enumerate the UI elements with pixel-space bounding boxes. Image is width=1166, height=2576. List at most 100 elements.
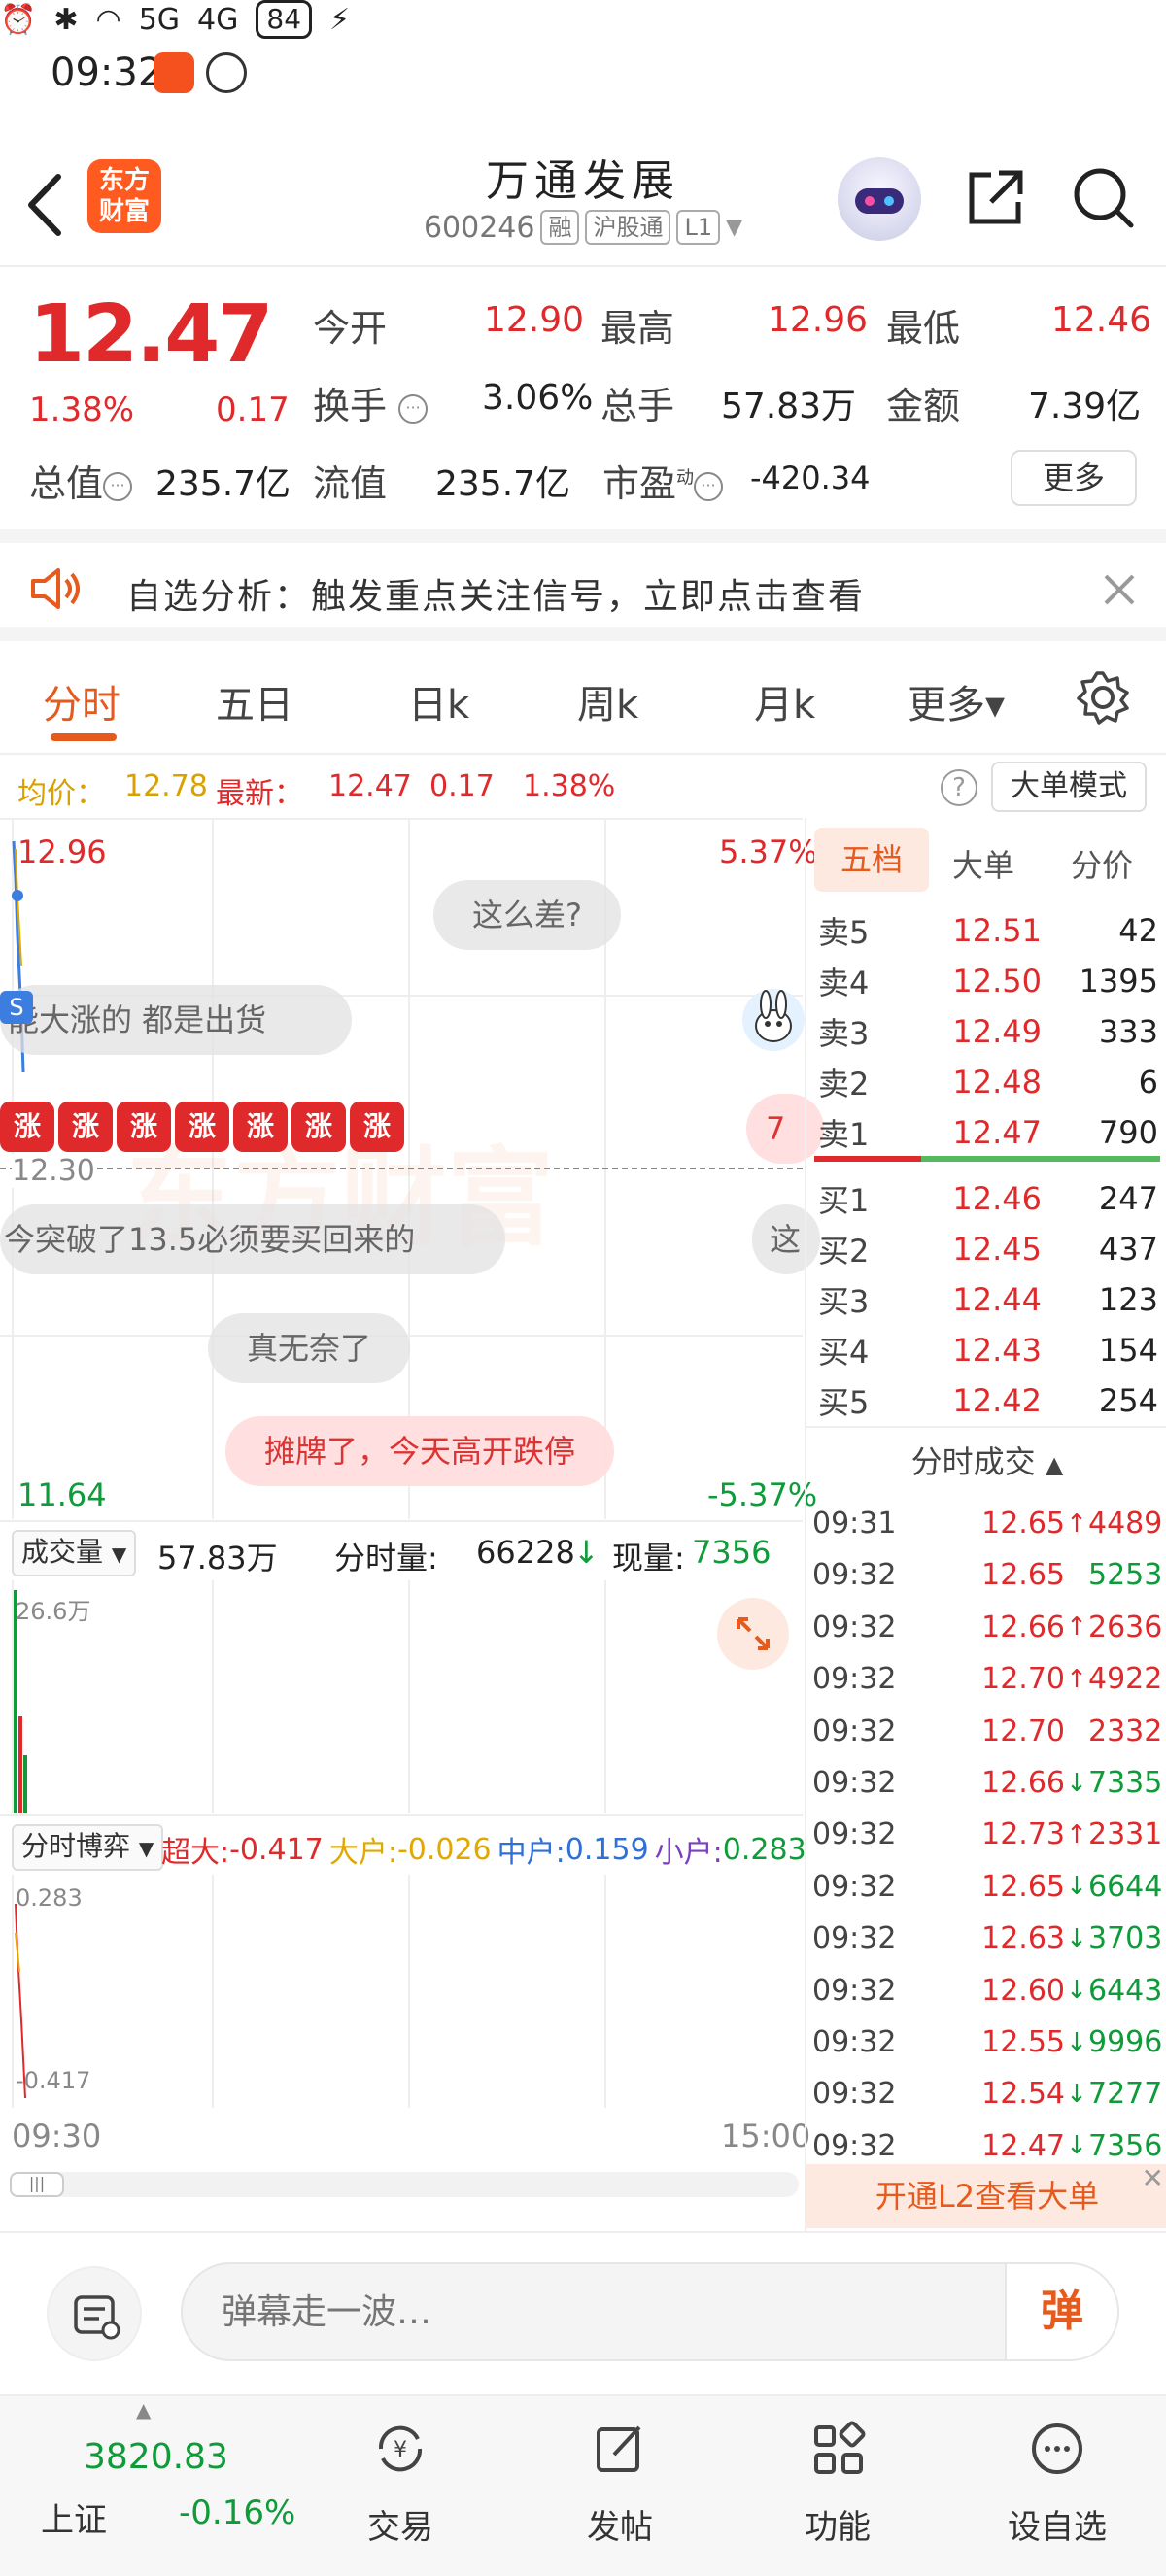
rise-emoji-icon: 涨: [175, 1102, 229, 1152]
stock-code: 600246: [423, 210, 535, 245]
nav-functions[interactable]: 功能: [760, 2420, 915, 2548]
tab-intraday[interactable]: 分时: [43, 673, 120, 729]
nav-trade[interactable]: ¥ 交易: [323, 2420, 478, 2548]
ask-bar: [814, 1156, 921, 1162]
tick-price: 12.65: [981, 1869, 1065, 1904]
bid-row[interactable]: 买1 12.46 247: [818, 1173, 1158, 1224]
danmu-settings-icon[interactable]: [47, 2266, 142, 2361]
change-percent: 1.38%: [29, 390, 135, 429]
arrow-up-icon: ↑: [1066, 1664, 1087, 1694]
ask-row[interactable]: 卖5 12.51 42: [818, 905, 1158, 956]
turnover-label[interactable]: 换手 ···: [313, 376, 429, 429]
info-icon[interactable]: ···: [694, 471, 724, 501]
level-volume: 790: [1098, 1114, 1158, 1151]
charging-icon: ⚡: [329, 2, 351, 37]
amount-label: 金额: [886, 385, 961, 427]
ask-row[interactable]: 卖4 12.50 1395: [818, 956, 1158, 1006]
more-button[interactable]: 更多: [1011, 450, 1137, 506]
tick-volume: 7356: [1088, 2128, 1163, 2163]
scroll-handle-icon[interactable]: |||: [10, 2172, 64, 2197]
tick-time: 09:32: [812, 2025, 897, 2059]
tab-more[interactable]: 更多▾: [908, 673, 1005, 729]
bid-row[interactable]: 买5 12.42 254: [818, 1375, 1158, 1426]
send-danmu-button[interactable]: 弹: [1005, 2264, 1117, 2359]
open-l2-banner[interactable]: 开通L2查看大单 ✕: [806, 2164, 1166, 2228]
info-icon[interactable]: ···: [103, 471, 133, 501]
back-icon[interactable]: [21, 171, 70, 239]
tab-price-dist[interactable]: 分价: [1071, 841, 1133, 886]
danmu-bubble[interactable]: 真无奈了: [208, 1313, 411, 1383]
tab-five-day[interactable]: 五日: [216, 673, 293, 729]
time-axis-end: 15:00: [721, 2118, 811, 2154]
volume-chart[interactable]: 成交量 ▼ 57.83万 分时量: 66228 ↓ 现量: 7356 26.6万: [0, 1520, 803, 1813]
tick-price: 12.70: [981, 1662, 1065, 1697]
assistant-robot-icon[interactable]: [838, 157, 921, 241]
expand-icon[interactable]: [717, 1598, 789, 1670]
index-change: -0.16%: [179, 2493, 296, 2532]
tick-volume: 2636: [1088, 1610, 1163, 1644]
chevron-down-icon: ▼: [138, 1837, 154, 1860]
high-value: 12.96: [768, 300, 869, 340]
nav-post[interactable]: 发帖: [542, 2420, 698, 2548]
wifi-icon: ◠: [95, 2, 121, 37]
ask-row[interactable]: 卖2 12.48 6: [818, 1057, 1158, 1107]
mcap-label[interactable]: 总值 ···: [29, 454, 133, 507]
level-volume: 333: [1098, 1013, 1158, 1050]
axis-bottom-pct: -5.37%: [707, 1476, 818, 1513]
ask-row[interactable]: 卖3 12.49 333: [818, 1006, 1158, 1057]
tab-monthly-k[interactable]: 月k: [754, 673, 815, 729]
share-icon[interactable]: [962, 163, 1030, 231]
bid-row[interactable]: 买2 12.45 437: [818, 1224, 1158, 1274]
tick-volume: 6443: [1088, 1973, 1163, 2008]
gear-icon[interactable]: [1075, 669, 1131, 726]
open-value: 12.90: [484, 300, 585, 340]
volume-indicator-dropdown[interactable]: 成交量 ▼: [12, 1530, 137, 1576]
rise-emoji-row[interactable]: 涨涨涨涨涨涨涨: [0, 1102, 404, 1152]
big-order-mode-button[interactable]: 大单模式: [991, 762, 1147, 812]
chevron-down-icon[interactable]: ▼: [726, 216, 742, 240]
tab-weekly-k[interactable]: 周k: [577, 673, 638, 729]
stock-name[interactable]: 万通发展: [369, 146, 797, 208]
search-icon[interactable]: [1069, 163, 1137, 231]
index-value: 3820.83: [84, 2437, 228, 2477]
ticks-title[interactable]: 分时成交 ▲: [806, 1438, 1166, 1482]
signal-4g-icon: 4G: [197, 2, 239, 37]
ask-row[interactable]: 卖1 12.47 790: [818, 1107, 1158, 1158]
stock-code-row[interactable]: 600246 融 沪股通 L1 ▼: [369, 210, 797, 245]
index-widget[interactable]: ▲ 3820.83 上证 -0.16%: [0, 2396, 296, 2576]
pe-label[interactable]: 市盈动 ···: [602, 454, 724, 507]
danmu-input[interactable]: [222, 2286, 853, 2338]
tab-daily-k[interactable]: 日k: [408, 673, 469, 729]
tick-time: 09:32: [812, 1558, 897, 1593]
tab-big-order[interactable]: 大单: [952, 841, 1014, 886]
analysis-banner[interactable]: 自选分析：触发重点关注信号，立即点击查看: [0, 529, 1166, 641]
level-label: 卖4: [818, 965, 870, 1001]
info-icon[interactable]: ···: [398, 393, 429, 424]
amount-value: 7.39亿: [1028, 387, 1142, 426]
danmu-bubble[interactable]: 摊牌了，今天高开跌停: [225, 1416, 615, 1486]
quote-panel: 12.47 1.38% 0.17 今开 12.90 最高 12.96 最低 12…: [0, 269, 1166, 526]
tick-row: 09:32 12.66 ↑ 2636: [812, 1602, 1162, 1653]
flow-indicator-dropdown[interactable]: 分时博弈 ▼: [12, 1824, 164, 1871]
avg-price-bar: 均价： 12.78 最新： 12.47 0.17 1.38% ? 大单模式: [0, 758, 1166, 816]
close-icon[interactable]: [1102, 572, 1137, 607]
tick-row: 09:32 12.55 ↓ 9996: [812, 2017, 1162, 2068]
eastmoney-logo[interactable]: 东方 财富: [87, 159, 161, 233]
pe-value: -420.34: [750, 459, 871, 496]
close-icon[interactable]: ✕: [1142, 2164, 1164, 2193]
danmu-bubble[interactable]: 能大涨的 都是出货: [0, 985, 352, 1055]
chart-scrollbar[interactable]: |||: [10, 2172, 799, 2197]
tab-five-level[interactable]: 五档: [814, 828, 929, 892]
speaker-icon: [31, 568, 80, 609]
danmu-bubble[interactable]: 这么差?: [433, 880, 621, 950]
bid-row[interactable]: 买3 12.44 123: [818, 1274, 1158, 1325]
help-icon[interactable]: ?: [941, 769, 977, 806]
bid-row[interactable]: 买4 12.43 154: [818, 1325, 1158, 1375]
level-price: 12.44: [952, 1281, 1042, 1318]
danmu-bubble[interactable]: 今突破了13.5必须要买回来的: [0, 1204, 505, 1274]
nav-add-watchlist[interactable]: 设自选: [979, 2420, 1135, 2548]
tick-price: 12.65: [981, 1507, 1065, 1541]
avatar[interactable]: [742, 989, 805, 1051]
capital-flow-chart[interactable]: 分时博弈 ▼ 超大: -0.417 大户: -0.026 中户: 0.159 小户: 0…: [0, 1814, 810, 2154]
intraday-chart[interactable]: 东方财富 12.96 5.37% 11.64 -5.37% 12.30 这么差?…: [0, 818, 824, 1519]
